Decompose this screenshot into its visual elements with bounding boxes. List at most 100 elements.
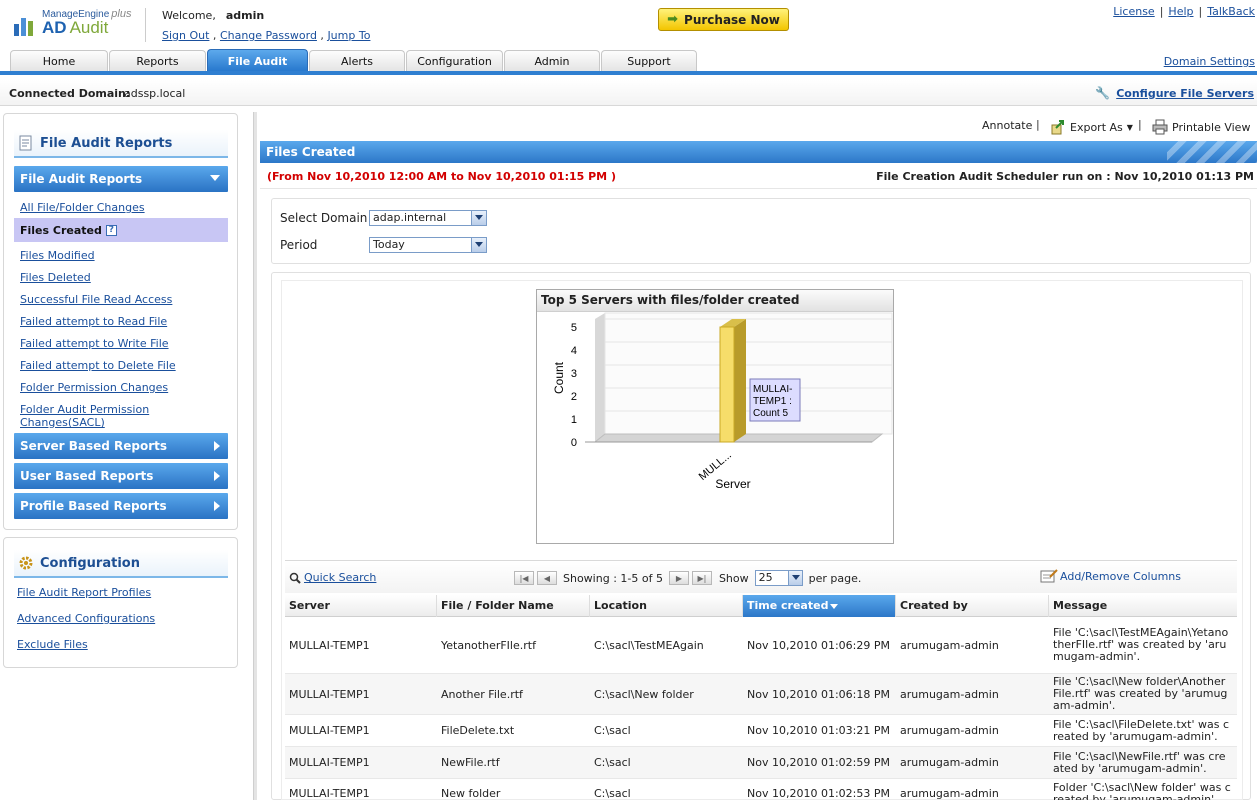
sidebar-item-failed-write[interactable]: Failed attempt to Write File <box>20 337 169 350</box>
y-tick-label: 4 <box>571 345 577 357</box>
config-link-exclude-files[interactable]: Exclude Files <box>17 638 88 651</box>
wrench-icon: 🔧 <box>1095 86 1111 100</box>
section-file-audit-reports[interactable]: File Audit Reports <box>14 166 228 192</box>
y-tick-label: 5 <box>571 322 577 334</box>
logo-icon <box>14 18 33 36</box>
cell-created-by: arumugam-admin <box>900 756 999 769</box>
tab-bar-underline <box>0 71 1257 75</box>
cell-server: MULLAI-TEMP1 <box>289 787 370 800</box>
x-axis-label: Server <box>715 477 750 491</box>
header-separator <box>145 8 146 42</box>
page-size-select[interactable]: 25 <box>754 570 803 586</box>
section-user-based-reports[interactable]: User Based Reports <box>14 463 228 489</box>
cell-message: File 'C:\sacl\New folder\Another File.rt… <box>1053 675 1228 712</box>
sidebar-item-files-modified[interactable]: Files Modified <box>20 249 95 262</box>
table-row[interactable]: MULLAI-TEMP1 FileDelete.txt C:\sacl Nov 10,… <box>285 715 1237 747</box>
section-profile-based-reports[interactable]: Profile Based Reports <box>14 493 228 519</box>
tab-reports[interactable]: Reports <box>109 50 206 72</box>
product-name: AD Audit <box>42 18 109 37</box>
change-password-link[interactable]: Change Password <box>220 29 317 42</box>
header: ManageEngine plus AD Audit Welcome, admin S… <box>0 0 1257 48</box>
help-link[interactable]: Help <box>1168 5 1193 18</box>
table-row[interactable]: MULLAI-TEMP1 NewFile.rtf C:\sacl Nov 10,201… <box>285 747 1237 779</box>
cell-file-name: YetanotherFIle.rtf <box>441 638 536 652</box>
printable-view-button[interactable]: Printable View <box>1152 119 1250 135</box>
first-page-button[interactable]: |◀ <box>514 571 534 585</box>
sidebar-item-failed-delete[interactable]: Failed attempt to Delete File <box>20 359 176 372</box>
configure-file-servers-link[interactable]: 🔧 Configure File Servers <box>1095 86 1254 100</box>
period-select[interactable]: Today <box>369 237 487 253</box>
pagination: |◀ ◀ Showing : 1-5 of 5 ▶ ▶| Show 25 per… <box>514 570 861 586</box>
tab-home[interactable]: Home <box>10 50 108 72</box>
show-label: Show <box>718 571 749 585</box>
jump-to-link[interactable]: Jump To <box>327 29 370 42</box>
sidebar-item-folder-permission[interactable]: Folder Permission Changes <box>20 381 168 394</box>
connected-domain-value: adssp.local <box>124 87 186 100</box>
column-header-file-name[interactable]: File / Folder Name <box>437 595 590 617</box>
column-header-time-created[interactable]: Time created <box>743 595 896 617</box>
quick-search-link[interactable]: Quick Search <box>289 571 376 584</box>
sidebar-item-files-deleted[interactable]: Files Deleted <box>20 271 91 284</box>
tab-configuration[interactable]: Configuration <box>406 50 503 72</box>
annotate-button[interactable]: Annotate <box>982 119 1032 132</box>
sign-out-link[interactable]: Sign Out <box>162 29 209 42</box>
y-tick-label: 1 <box>571 414 577 426</box>
domain-settings-link[interactable]: Domain Settings <box>1164 55 1255 68</box>
tab-admin[interactable]: Admin <box>504 50 600 72</box>
last-page-button[interactable]: ▶| <box>691 571 712 585</box>
next-page-button[interactable]: ▶ <box>668 571 689 585</box>
table-row[interactable]: MULLAI-TEMP1 New folder C:\sacl Nov 10,2010… <box>285 779 1237 800</box>
cell-server: MULLAI-TEMP1 <box>289 687 370 701</box>
sidebar-item-files-created[interactable]: Files Created? <box>14 218 228 242</box>
column-header-created-by[interactable]: Created by <box>896 595 1049 617</box>
report-title-bar: Files Created <box>260 141 1257 163</box>
sidebar-item-failed-read[interactable]: Failed attempt to Read File <box>20 315 167 328</box>
license-link[interactable]: License <box>1113 5 1154 18</box>
cell-file-name: Another File.rtf <box>441 687 523 701</box>
sidebar-item-sacl-changes[interactable]: Folder Audit Permission Changes(SACL) <box>20 403 170 429</box>
sidebar-item-all-changes[interactable]: All File/Folder Changes <box>20 201 145 214</box>
configure-file-servers-text[interactable]: Configure File Servers <box>1116 87 1254 100</box>
configuration-title: Configuration <box>14 550 228 578</box>
help-icon[interactable]: ? <box>105 224 117 236</box>
tab-file-audit[interactable]: File Audit <box>207 49 308 72</box>
adaudit-logo[interactable]: ManageEngine plus AD Audit <box>12 8 137 40</box>
column-header-location[interactable]: Location <box>590 595 743 617</box>
username: admin <box>225 9 265 22</box>
chart-bar[interactable] <box>719 319 746 443</box>
chart-title: Top 5 Servers with files/folder created <box>537 290 893 312</box>
tab-support[interactable]: Support <box>601 50 697 72</box>
report-list-icon <box>18 135 34 151</box>
add-remove-columns-button[interactable]: Add/Remove Columns <box>1040 569 1181 583</box>
export-as-button[interactable]: Export As ▼ <box>1050 119 1133 135</box>
table-row[interactable]: MULLAI-TEMP1 Another File.rtf C:\sacl\New … <box>285 674 1237 715</box>
dropdown-arrow-icon <box>471 211 486 225</box>
config-link-advanced[interactable]: Advanced Configurations <box>17 612 155 625</box>
column-header-server[interactable]: Server <box>285 595 437 617</box>
cell-time-created: Nov 10,2010 01:06:18 PM <box>747 687 890 701</box>
config-link-report-profiles[interactable]: File Audit Report Profiles <box>17 586 151 599</box>
cell-created-by: arumugam-admin <box>900 724 999 737</box>
report-toolbar: Annotate | Export As ▼ | Printable View <box>982 118 1251 135</box>
cell-server: MULLAI-TEMP1 <box>289 756 370 769</box>
section-server-based-reports[interactable]: Server Based Reports <box>14 433 228 459</box>
dropdown-arrow-icon <box>787 571 802 585</box>
cell-created-by: arumugam-admin <box>900 638 999 652</box>
table-row[interactable]: MULLAI-TEMP1 YetanotherFIle.rtf C:\sacl\Te… <box>285 617 1237 674</box>
sort-desc-icon <box>830 603 839 609</box>
grid-toolbar: Quick Search |◀ ◀ Showing : 1-5 of 5 ▶ ▶… <box>285 560 1237 593</box>
cell-message: File 'C:\sacl\TestMEAgain\YetanotherFIle… <box>1053 626 1229 663</box>
sidebar-splitter[interactable] <box>253 112 257 800</box>
column-header-message[interactable]: Message <box>1049 595 1237 617</box>
user-links: Sign Out , Change Password , Jump To <box>162 29 371 42</box>
prev-page-button[interactable]: ◀ <box>537 571 557 585</box>
talkback-link[interactable]: TalkBack <box>1207 5 1255 18</box>
tab-alerts[interactable]: Alerts <box>309 50 405 72</box>
report-filters: Select Domain adap.internal Period Today <box>271 198 1251 264</box>
sidebar-item-file-read-access[interactable]: Successful File Read Access <box>20 293 172 306</box>
purchase-now-button[interactable]: ➡ Purchase Now <box>658 8 789 31</box>
chevron-right-icon <box>214 471 220 481</box>
domain-select[interactable]: adap.internal <box>369 210 487 226</box>
export-icon <box>1051 120 1064 135</box>
select-domain-label: Select Domain <box>280 211 368 225</box>
